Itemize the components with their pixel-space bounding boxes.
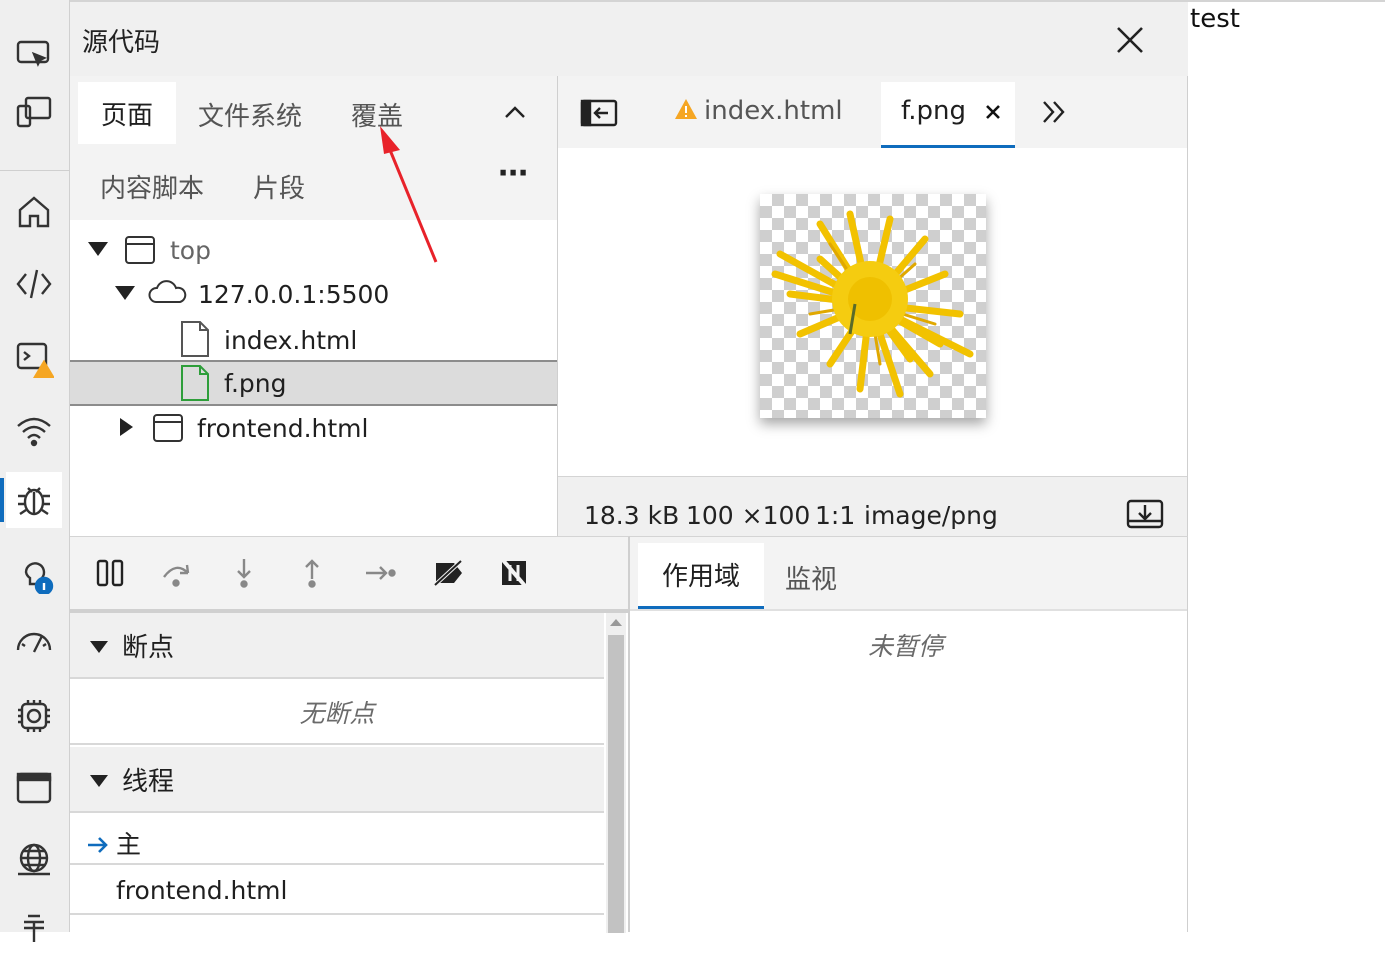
image-size: 18.3 kB	[584, 501, 680, 530]
tree-item-index-html[interactable]: index.html	[70, 318, 557, 362]
toggle-navigator-icon[interactable]	[580, 98, 618, 128]
download-icon[interactable]	[1126, 497, 1164, 529]
memory-chip-icon[interactable]	[6, 688, 62, 744]
activity-bar	[0, 0, 70, 942]
tree-item-f-png[interactable]: f.png	[70, 360, 557, 406]
page-text: test	[1190, 4, 1240, 34]
image-preview	[760, 194, 986, 418]
annotation-arrow	[380, 126, 438, 263]
tab-label: f.png	[901, 96, 967, 126]
pause-icon[interactable]	[88, 551, 132, 595]
thread-label: 主	[116, 830, 142, 859]
tree-label: index.html	[224, 325, 358, 355]
image-status-bar: 18.3 kB 100 ×100 1:1 image/png	[558, 476, 1187, 537]
tree-label: top	[170, 235, 211, 265]
thread-frontend[interactable]: frontend.html	[70, 865, 604, 915]
tab-f-png[interactable]: f.png	[881, 82, 1015, 148]
application-window-icon[interactable]	[6, 760, 62, 816]
tree-item-host[interactable]: 127.0.0.1:5500	[70, 272, 557, 316]
scope-tabs: 作用域 监视	[630, 537, 1187, 611]
network-icon[interactable]	[6, 402, 62, 458]
cloud-icon	[148, 280, 187, 303]
editor-area: index.html f.png 18.3 kB 100 ×100 1:1 im…	[558, 76, 1188, 537]
globe-icon[interactable]	[6, 832, 62, 888]
image-mime: image/png	[864, 501, 998, 530]
device-toggle-icon[interactable]	[6, 84, 62, 140]
warning-icon	[674, 98, 698, 124]
thread-main[interactable]: 主	[70, 817, 604, 865]
image-file-icon	[181, 365, 209, 401]
panel-title: 源代码	[82, 28, 161, 58]
thread-label: frontend.html	[116, 876, 288, 905]
expand-down-icon[interactable]	[88, 242, 108, 256]
current-arrow-icon	[88, 837, 108, 853]
home-icon[interactable]	[6, 184, 62, 240]
scroll-up-icon[interactable]	[610, 619, 622, 626]
lightbulb-info-icon[interactable]	[6, 546, 62, 602]
more-tools-icon[interactable]	[6, 900, 62, 956]
image-dimensions: 100 ×100	[686, 501, 811, 530]
close-tab-icon[interactable]	[985, 104, 1001, 120]
more-options-icon[interactable]: ⋯	[498, 156, 530, 191]
tab-content-scripts[interactable]: 内容脚本	[100, 168, 204, 205]
tab-snippets[interactable]: 片段	[253, 168, 305, 205]
expand-down-icon[interactable]	[115, 286, 135, 300]
more-tabs-icon[interactable]	[1040, 98, 1068, 126]
elements-icon[interactable]	[6, 256, 62, 312]
breakpoints-header[interactable]: 断点	[70, 613, 604, 679]
scrollbar[interactable]	[606, 613, 626, 933]
navigator-tabs: 页面 文件系统 覆盖 内容脚本 片段 ⋯	[70, 76, 557, 220]
sources-bug-icon[interactable]	[0, 472, 62, 528]
page-border	[1188, 0, 1385, 2]
expand-down-icon	[90, 775, 108, 787]
tree-label: 127.0.0.1:5500	[198, 279, 390, 309]
tree-label: f.png	[224, 368, 287, 398]
image-ratio: 1:1	[815, 501, 856, 530]
sources-navigator: 页面 文件系统 覆盖 内容脚本 片段 ⋯ top 127.0.0.1:5500 …	[70, 76, 558, 536]
tab-page[interactable]: 页面	[78, 82, 176, 144]
section-title: 线程	[122, 766, 175, 797]
tab-watch[interactable]: 监视	[785, 559, 837, 596]
deactivate-breakpoints-icon[interactable]	[426, 551, 470, 595]
tree-label: frontend.html	[197, 413, 369, 443]
performance-gauge-icon[interactable]	[6, 616, 62, 672]
expand-down-icon	[90, 641, 108, 653]
frame-icon	[153, 414, 183, 442]
chevron-up-icon[interactable]	[500, 98, 530, 128]
flower-image	[771, 210, 974, 398]
device-emulation-icon[interactable]	[6, 26, 62, 82]
debugger-sidebar: 断点 无断点 线程 主 frontend.html	[70, 536, 630, 933]
tab-filesystem[interactable]: 文件系统	[198, 96, 302, 133]
tree-item-top[interactable]: top	[70, 228, 557, 272]
frame-icon	[125, 236, 155, 264]
close-icon[interactable]	[1110, 20, 1150, 60]
panel-header: 源代码	[70, 0, 1188, 76]
editor-tabs: index.html f.png	[558, 76, 1187, 148]
tab-index-html[interactable]: index.html	[704, 96, 843, 126]
scope-panel: 作用域 监视 未暂停	[630, 536, 1188, 932]
step-over-icon[interactable]	[154, 551, 198, 595]
debugger-toolbar	[70, 537, 628, 613]
file-icon	[181, 321, 209, 357]
expand-right-icon[interactable]	[120, 418, 133, 436]
step-into-icon[interactable]	[222, 551, 266, 595]
console-warning-icon[interactable]	[6, 330, 62, 386]
tab-scope[interactable]: 作用域	[638, 543, 764, 609]
step-icon[interactable]	[358, 551, 402, 595]
section-title: 断点	[122, 632, 175, 663]
pause-on-exceptions-icon[interactable]	[492, 551, 536, 595]
breakpoints-empty: 无断点	[70, 681, 604, 745]
not-paused-text: 未暂停	[868, 632, 944, 661]
scrollbar-thumb[interactable]	[608, 635, 624, 933]
threads-header[interactable]: 线程	[70, 747, 604, 813]
step-out-icon[interactable]	[290, 551, 334, 595]
tree-item-frontend[interactable]: frontend.html	[70, 406, 557, 450]
